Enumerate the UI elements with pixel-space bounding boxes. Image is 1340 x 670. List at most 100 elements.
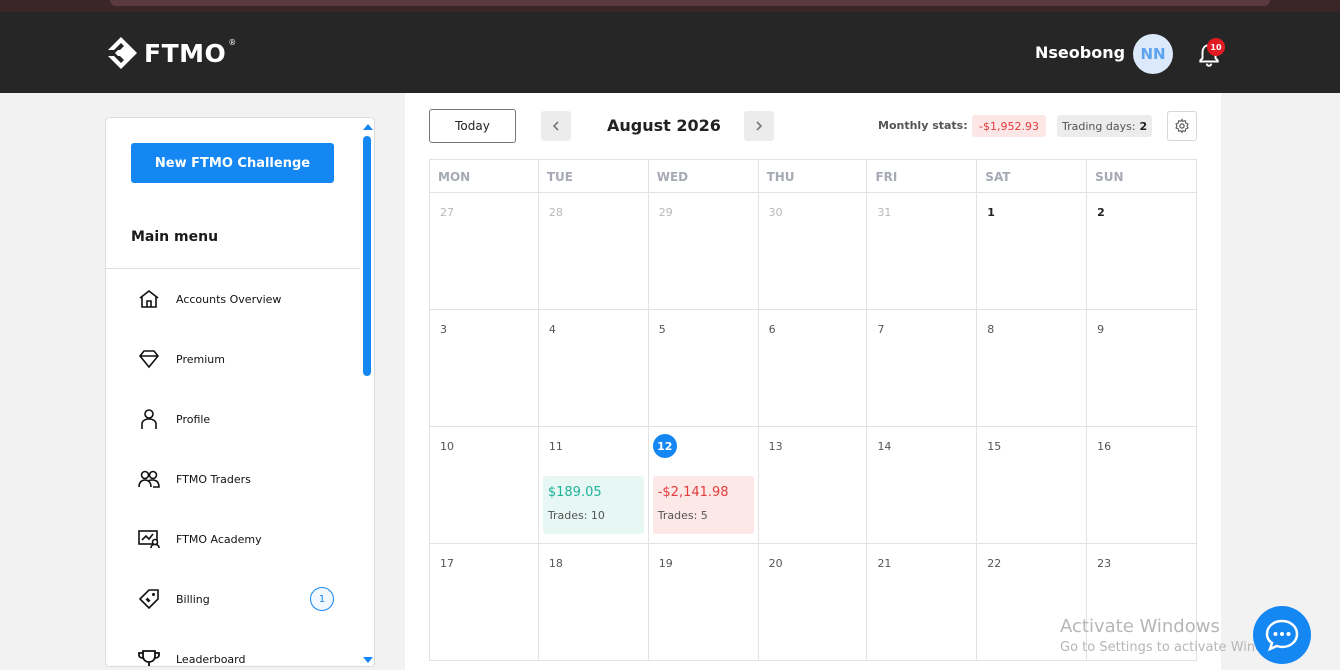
calendar-day-cell-today[interactable]: 12 -$2,141.98 Trades: 5: [648, 427, 759, 544]
calendar-grid: MON TUE WED THU FRI SAT SUN 27 28 29 30 …: [429, 159, 1198, 661]
scroll-up-arrow-icon[interactable]: [363, 124, 373, 130]
home-icon: [136, 286, 162, 312]
calendar-day-cell[interactable]: 18: [538, 544, 649, 661]
daily-trades-count: Trades: 5: [657, 509, 708, 522]
calendar-day-cell[interactable]: 17: [430, 544, 539, 661]
sidebar-item-billing[interactable]: Billing 1: [136, 584, 346, 614]
day-number: 20: [768, 557, 783, 570]
sidebar-item-leaderboard[interactable]: Leaderboard: [136, 644, 346, 666]
calendar-day-cell[interactable]: 9: [1087, 310, 1198, 427]
prev-month-button[interactable]: [541, 111, 571, 141]
tag-icon: [136, 586, 162, 612]
calendar-settings-button[interactable]: [1167, 111, 1197, 141]
trading-days-badge: Trading days: 2: [1057, 115, 1153, 137]
weekday-header: SAT: [977, 160, 1088, 193]
weekday-header: TUE: [538, 160, 649, 193]
day-number: 30: [768, 206, 783, 219]
scrollbar-thumb[interactable]: [363, 136, 371, 376]
billing-count-badge: 1: [310, 587, 334, 611]
daily-pnl-card-negative[interactable]: -$2,141.98 Trades: 5: [652, 476, 754, 534]
day-number: 10: [440, 440, 454, 453]
calendar-week-row: 10 11 $189.05 Trades: 10 12 -$2,141.98 T…: [430, 427, 1198, 544]
day-number: 9: [1097, 323, 1105, 336]
today-day-number: 12: [652, 434, 677, 458]
monthly-pnl-badge: -$1,952.93: [972, 115, 1046, 137]
day-number: 21: [877, 557, 892, 570]
daily-pnl-card-positive[interactable]: $189.05 Trades: 10: [542, 476, 644, 534]
chat-bubble-icon: [1265, 619, 1299, 652]
calendar-day-cell[interactable]: 31: [867, 193, 978, 310]
day-number: 19: [658, 557, 673, 570]
calendar-day-cell[interactable]: 15: [977, 427, 1088, 544]
calendar-day-cell[interactable]: 13: [758, 427, 868, 544]
calendar-week-row: 27 28 29 30 31 1 2: [430, 193, 1198, 310]
day-number: 23: [1097, 557, 1112, 570]
notification-badge: 10: [1207, 38, 1225, 56]
day-number: 27: [440, 206, 454, 219]
chevron-left-icon: [552, 121, 559, 131]
calendar-day-cell[interactable]: 1: [977, 193, 1088, 310]
weekday-header: WED: [648, 160, 759, 193]
daily-pnl-value: -$2,141.98: [657, 485, 729, 500]
calendar-day-cell[interactable]: 10: [430, 427, 539, 544]
day-number: 17: [440, 557, 454, 570]
calendar-day-cell[interactable]: 20: [758, 544, 868, 661]
day-number: 22: [987, 557, 1002, 570]
sidebar-item-label: Accounts Overview: [176, 292, 282, 306]
weekday-header: FRI: [867, 160, 978, 193]
calendar-day-cell[interactable]: 2: [1087, 193, 1198, 310]
calendar-day-cell[interactable]: 7: [867, 310, 978, 427]
day-number: 14: [877, 440, 892, 453]
calendar-day-cell[interactable]: 14: [867, 427, 978, 544]
day-number: 28: [548, 206, 563, 219]
sidebar-item-accounts-overview[interactable]: Accounts Overview: [136, 284, 346, 314]
diamond-icon: [136, 346, 162, 372]
calendar-day-cell[interactable]: 16: [1087, 427, 1198, 544]
calendar-day-cell[interactable]: 8: [977, 310, 1088, 427]
calendar-day-cell[interactable]: 27: [430, 193, 539, 310]
academy-icon: [136, 526, 162, 552]
chevron-right-icon: [756, 121, 763, 131]
calendar-day-cell[interactable]: 4: [538, 310, 649, 427]
avatar[interactable]: NN: [1133, 34, 1173, 74]
today-button[interactable]: Today: [429, 109, 516, 143]
daily-trades-count: Trades: 10: [547, 509, 605, 522]
trading-days-value: 2: [1139, 119, 1148, 133]
sidebar-item-ftmo-academy[interactable]: FTMO Academy: [136, 524, 346, 554]
sidebar-item-profile[interactable]: Profile: [136, 404, 346, 434]
browser-top-strip-inner: [110, 0, 1270, 6]
logo-registered-mark: ®: [228, 37, 237, 47]
day-number: 29: [658, 206, 673, 219]
chat-button[interactable]: [1253, 606, 1311, 664]
day-number: 8: [987, 323, 995, 336]
menu-divider: [106, 268, 360, 269]
calendar-day-cell[interactable]: 3: [430, 310, 539, 427]
calendar-day-cell[interactable]: 28: [538, 193, 649, 310]
month-title: August 2026: [607, 116, 721, 135]
calendar-day-cell[interactable]: 30: [758, 193, 868, 310]
calendar-day-cell[interactable]: 6: [758, 310, 868, 427]
weekday-header: THU: [758, 160, 868, 193]
next-month-button[interactable]: [744, 111, 774, 141]
sidebar-item-premium[interactable]: Premium: [136, 344, 346, 374]
calendar-day-cell[interactable]: 19: [648, 544, 759, 661]
calendar-week-row: 3 4 5 6 7 8 9: [430, 310, 1198, 427]
ftmo-logo[interactable]: FTMO ®: [104, 36, 240, 70]
monthly-stats-label: Monthly stats:: [878, 119, 968, 132]
calendar-day-cell[interactable]: 21: [867, 544, 978, 661]
main-menu-title: Main menu: [131, 229, 219, 245]
new-challenge-button[interactable]: New FTMO Challenge: [131, 143, 334, 183]
trading-days-label: Trading days:: [1062, 119, 1136, 133]
top-header: FTMO ® Nseobong NN 10: [0, 12, 1340, 93]
day-number: 2: [1097, 206, 1105, 219]
sidebar-item-label: FTMO Traders: [176, 472, 251, 486]
browser-top-strip: [0, 0, 1340, 12]
calendar-day-cell[interactable]: 5: [648, 310, 759, 427]
calendar-day-cell[interactable]: 11 $189.05 Trades: 10: [538, 427, 649, 544]
activate-windows-title: Activate Windows: [1060, 616, 1220, 637]
sidebar-item-ftmo-traders[interactable]: FTMO Traders: [136, 464, 346, 494]
trophy-icon: [136, 646, 162, 666]
scroll-down-arrow-icon[interactable]: [363, 657, 373, 663]
calendar-day-cell[interactable]: 29: [648, 193, 759, 310]
username[interactable]: Nseobong: [1035, 43, 1125, 62]
